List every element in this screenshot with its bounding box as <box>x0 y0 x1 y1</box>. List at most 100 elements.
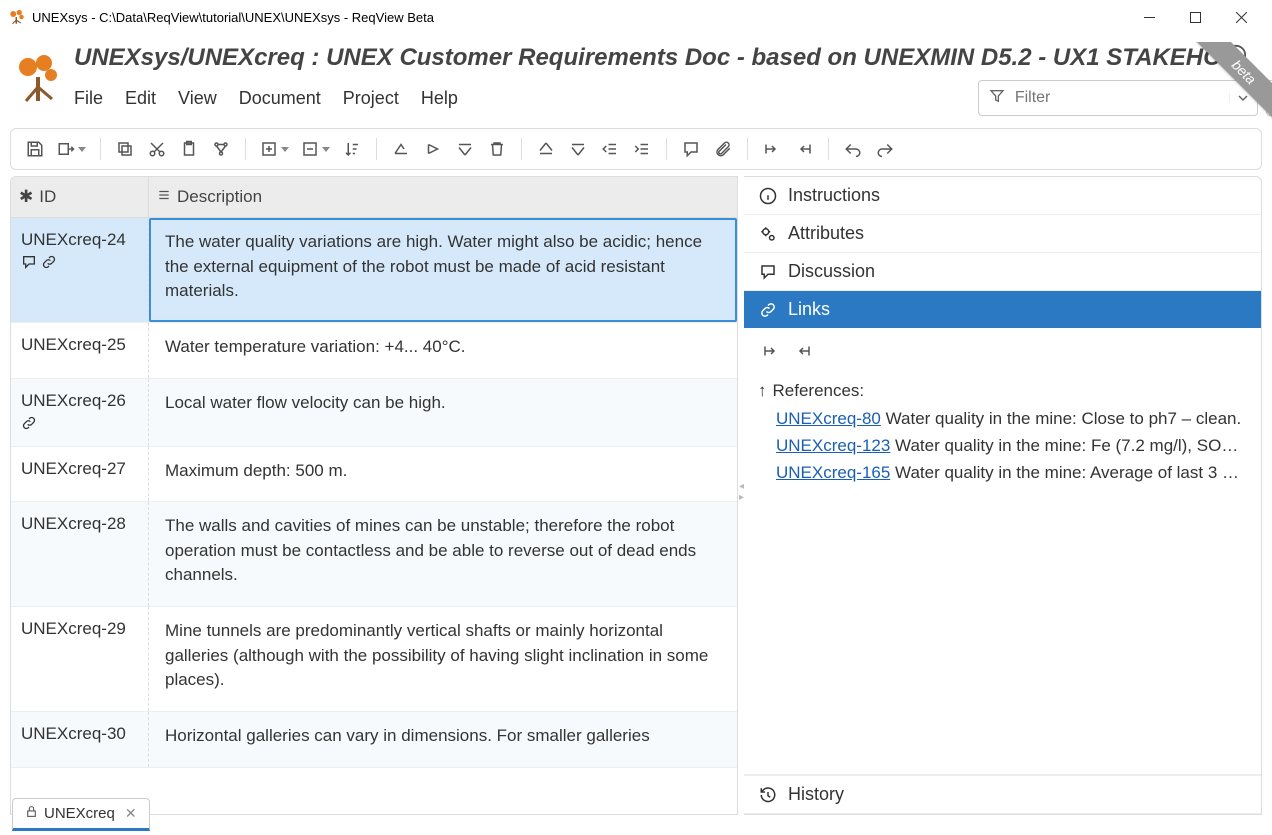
menu-document[interactable]: Document <box>239 88 321 109</box>
window-maximize-button[interactable] <box>1172 2 1218 32</box>
menu-project[interactable]: Project <box>343 88 399 109</box>
chat-icon <box>758 263 778 281</box>
delete-button[interactable] <box>483 135 511 163</box>
save-button[interactable] <box>21 135 49 163</box>
lock-small-icon <box>25 805 38 822</box>
section-instructions-label: Instructions <box>788 185 880 206</box>
section-attributes-label: Attributes <box>788 223 864 244</box>
search-button[interactable] <box>1266 80 1272 116</box>
window-close-button[interactable] <box>1218 2 1264 32</box>
lock-icon[interactable] <box>1268 41 1272 69</box>
redo-button[interactable] <box>871 135 899 163</box>
cell-description[interactable]: Maximum depth: 500 m. <box>149 447 737 502</box>
section-links[interactable]: Links <box>744 291 1261 328</box>
inlinks-icon[interactable] <box>794 342 812 365</box>
indent-button[interactable] <box>628 135 656 163</box>
app-icon <box>8 8 26 26</box>
details-pane: Instructions Attributes Discussion Links… <box>744 176 1262 815</box>
link-icon <box>758 301 778 319</box>
table-body[interactable]: UNEXcreq-24The water quality variations … <box>11 218 737 814</box>
undo-button[interactable] <box>839 135 867 163</box>
cell-id: UNEXcreq-25 <box>11 323 149 378</box>
menu-file[interactable]: File <box>74 88 103 109</box>
tab-unexcreq[interactable]: UNEXcreq ✕ <box>12 798 150 831</box>
copy-button[interactable] <box>111 135 139 163</box>
link-button[interactable] <box>207 135 235 163</box>
menubar: File Edit View Document Project Help <box>74 74 1272 124</box>
nav-up-button[interactable] <box>532 135 560 163</box>
section-discussion[interactable]: Discussion <box>744 253 1261 290</box>
nav-down-button[interactable] <box>564 135 592 163</box>
cell-description[interactable]: The walls and cavities of mines can be u… <box>149 502 737 606</box>
requirements-table-pane: ✱ ID Description UNEXcreq-24The water qu… <box>10 176 738 815</box>
move-up-button[interactable] <box>451 135 479 163</box>
section-instructions[interactable]: Instructions <box>744 177 1261 214</box>
outdent-button[interactable] <box>596 135 624 163</box>
promote-button[interactable] <box>387 135 415 163</box>
reference-item: UNEXcreq-165 Water quality in the mine: … <box>758 459 1247 486</box>
window-titlebar: UNEXsys - C:\Data\ReqView\tutorial\UNEX\… <box>0 0 1272 34</box>
tab-close-button[interactable]: ✕ <box>125 805 137 822</box>
cell-description[interactable]: The water quality variations are high. W… <box>149 218 737 322</box>
filter-input[interactable] <box>1015 89 1229 107</box>
section-discussion-label: Discussion <box>788 261 875 282</box>
reference-link[interactable]: UNEXcreq-80 <box>776 409 881 428</box>
link-icon <box>21 415 37 436</box>
table-row[interactable]: UNEXcreq-24The water quality variations … <box>11 218 737 323</box>
app-header: UNEXsys/UNEXcreq : UNEX Customer Require… <box>0 34 1272 124</box>
filter-dropdown[interactable] <box>1229 93 1257 103</box>
cell-description[interactable]: Horizontal galleries can vary in dimensi… <box>149 712 737 767</box>
cell-description[interactable]: Local water flow velocity can be high. <box>149 379 737 446</box>
table-row[interactable]: UNEXcreq-28The walls and cavities of min… <box>11 502 737 607</box>
cell-id: UNEXcreq-29 <box>11 607 149 711</box>
section-history-label: History <box>788 784 844 805</box>
upload-icon[interactable] <box>1222 41 1250 69</box>
table-row[interactable]: UNEXcreq-27Maximum depth: 500 m. <box>11 447 737 503</box>
table-row[interactable]: UNEXcreq-26Local water flow velocity can… <box>11 379 737 447</box>
reference-link[interactable]: UNEXcreq-123 <box>776 436 890 455</box>
arrow-up-icon: ↑ <box>758 381 767 401</box>
add-button[interactable] <box>256 135 293 163</box>
goto-inlink-button[interactable] <box>790 135 818 163</box>
window-title: UNEXsys - C:\Data\ReqView\tutorial\UNEX\… <box>32 10 434 25</box>
cell-id: UNEXcreq-30 <box>11 712 149 767</box>
comment-icon <box>21 254 37 275</box>
cell-id: UNEXcreq-27 <box>11 447 149 502</box>
export-button[interactable] <box>53 135 90 163</box>
attachment-button[interactable] <box>709 135 737 163</box>
reference-link[interactable]: UNEXcreq-165 <box>776 463 890 482</box>
outlinks-icon[interactable] <box>762 342 780 365</box>
info-icon <box>758 187 778 205</box>
comment-button[interactable] <box>677 135 705 163</box>
table-row[interactable]: UNEXcreq-29Mine tunnels are predominantl… <box>11 607 737 712</box>
remove-button[interactable] <box>297 135 334 163</box>
menu-edit[interactable]: Edit <box>125 88 156 109</box>
menu-view[interactable]: View <box>178 88 217 109</box>
cell-description[interactable]: Water temperature variation: +4... 40°C. <box>149 323 737 378</box>
table-header: ✱ ID Description <box>11 177 737 218</box>
section-attributes[interactable]: Attributes <box>744 215 1261 252</box>
demote-button[interactable] <box>419 135 447 163</box>
section-history[interactable]: History <box>744 776 1261 813</box>
cell-id: UNEXcreq-28 <box>11 502 149 606</box>
list-icon <box>157 187 171 207</box>
paste-button[interactable] <box>175 135 203 163</box>
document-tabs: UNEXcreq ✕ <box>12 798 150 831</box>
sort-button[interactable] <box>338 135 366 163</box>
reference-text: Water quality in the mine: Fe (7.2 mg/l)… <box>890 436 1247 455</box>
cell-description[interactable]: Mine tunnels are predominantly vertical … <box>149 607 737 711</box>
window-minimize-button[interactable] <box>1126 2 1172 32</box>
filter-box <box>978 80 1258 116</box>
column-header-description[interactable]: Description <box>149 177 737 217</box>
table-row[interactable]: UNEXcreq-25Water temperature variation: … <box>11 323 737 379</box>
links-body: ↑References: UNEXcreq-80 Water quality i… <box>744 328 1261 495</box>
menu-help[interactable]: Help <box>421 88 458 109</box>
column-header-id[interactable]: ✱ ID <box>11 177 149 217</box>
cut-button[interactable] <box>143 135 171 163</box>
goto-outlink-button[interactable] <box>758 135 786 163</box>
reference-text: Water quality in the mine: Average of la… <box>890 463 1247 482</box>
references-heading: ↑References: <box>758 381 1247 401</box>
table-row[interactable]: UNEXcreq-30Horizontal galleries can vary… <box>11 712 737 768</box>
document-title: UNEXsys/UNEXcreq : UNEX Customer Require… <box>74 38 1222 72</box>
main-split: ✱ ID Description UNEXcreq-24The water qu… <box>0 176 1272 815</box>
